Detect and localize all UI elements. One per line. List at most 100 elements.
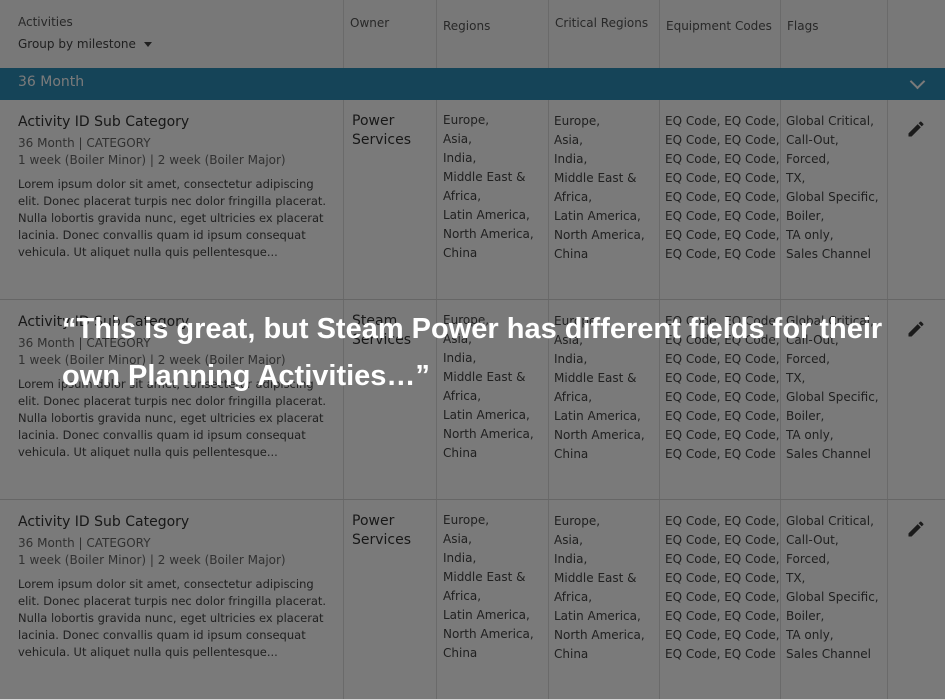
equipment-codes-item: EQ Code, EQ Code, — [665, 352, 780, 366]
regions-item: North America, — [443, 627, 534, 641]
flags-item: Boiler, — [786, 409, 825, 423]
flags-item: Sales Channel — [786, 247, 872, 261]
activity-meta: 36 Month | CATEGORY — [18, 136, 151, 150]
flags-item: Global Specific, — [786, 590, 879, 604]
regions-item: Asia, — [443, 132, 472, 146]
equipment-codes-item: EQ Code, EQ Code, — [665, 390, 780, 404]
flags-item: Global Critical, — [786, 514, 874, 528]
regions-cell: Europe, Asia, India, Middle East & Africa, La… — [437, 500, 549, 699]
actions-cell — [888, 500, 945, 699]
regions-item: Europe, — [443, 513, 490, 527]
group-by-dropdown[interactable]: Group by milestone — [18, 37, 152, 51]
regions-item: Europe, — [443, 113, 490, 127]
caret-down-icon — [143, 42, 152, 47]
critical-regions-item: Latin America, — [554, 409, 641, 423]
equipment-codes-item: EQ Code, EQ Code, — [665, 428, 780, 442]
flags-item: Boiler, — [786, 209, 825, 223]
regions-item: Africa, — [443, 189, 482, 203]
critical-regions-item: Middle East & — [554, 371, 637, 385]
activity-title[interactable]: Activity ID Sub Category — [18, 513, 325, 531]
milestone-group-header[interactable]: 36 Month — [0, 68, 945, 100]
critical-regions-item: Asia, — [554, 533, 583, 547]
equipment-codes-item: EQ Code, EQ Code, — [665, 409, 780, 423]
regions-item: Africa, — [443, 389, 482, 403]
owner-cell: Steam Services — [344, 300, 437, 499]
critical-regions-column-header[interactable]: Critical Regions — [549, 0, 660, 68]
flags-cell: Global Critical, Call-Out, Forced, TX, Globa… — [781, 300, 888, 499]
regions-item: China — [443, 446, 478, 460]
table-row[interactable]: Activity ID Sub Category 36 Month | CATEG… — [0, 100, 945, 300]
activity-title[interactable]: Activity ID Sub Category — [18, 313, 325, 331]
regions-item: Middle East & — [443, 170, 526, 184]
flags-item: Sales Channel — [786, 447, 872, 461]
regions-item: China — [443, 246, 478, 260]
equipment-codes-item: EQ Code, EQ Code, — [665, 371, 780, 385]
critical-regions-item: North America, — [554, 428, 645, 442]
critical-regions-item: Europe, — [554, 314, 601, 328]
flags-cell: Global Critical, Call-Out, Forced, TX, Globa… — [781, 500, 888, 699]
equipment-codes-cell: EQ Code, EQ Code, EQ Code, EQ Code, EQ Cod… — [660, 300, 781, 499]
equipment-codes-item: EQ Code, EQ Code, — [665, 533, 780, 547]
equipment-codes-item: EQ Code, EQ Code, — [665, 590, 780, 604]
critical-regions-cell: Europe, Asia, India, Middle East & Africa, La… — [549, 500, 660, 699]
equipment-codes-item: EQ Code, EQ Code, — [665, 114, 780, 128]
actions-column-header — [888, 0, 945, 68]
owner-column-header[interactable]: Owner — [344, 0, 437, 68]
critical-regions-item: Asia, — [554, 133, 583, 147]
equipment-codes-item: EQ Code, EQ Code, — [665, 133, 780, 147]
actions-cell — [888, 300, 945, 499]
flags-item: Forced, — [786, 552, 830, 566]
critical-regions-item: Latin America, — [554, 609, 641, 623]
flags-item: Forced, — [786, 152, 830, 166]
activities-column-header: Activities Group by milestone — [0, 0, 344, 68]
flags-item: Global Specific, — [786, 190, 879, 204]
activity-cell: Activity ID Sub Category 36 Month | CATEG… — [0, 500, 344, 699]
activity-meta: 36 Month | CATEGORY — [18, 536, 151, 550]
equipment-codes-column-header[interactable]: Equipment Codes — [660, 0, 781, 68]
flags-item: TX, — [786, 371, 806, 385]
regions-item: India, — [443, 351, 477, 365]
regions-item: Latin America, — [443, 608, 530, 622]
regions-item: Europe, — [443, 313, 490, 327]
regions-cell: Europe, Asia, India, Middle East & Africa, La… — [437, 100, 549, 299]
regions-item: Latin America, — [443, 408, 530, 422]
pencil-edit-icon[interactable] — [906, 319, 926, 339]
equipment-codes-item: EQ Code, EQ Code, — [665, 190, 780, 204]
flags-column-header[interactable]: Flags — [781, 0, 888, 68]
critical-regions-item: North America, — [554, 628, 645, 642]
critical-regions-item: Middle East & — [554, 571, 637, 585]
regions-item: India, — [443, 151, 477, 165]
critical-regions-item: China — [554, 447, 589, 461]
flags-item: Call-Out, — [786, 333, 839, 347]
equipment-codes-item: EQ Code, EQ Code, — [665, 609, 780, 623]
flags-item: Sales Channel — [786, 647, 872, 661]
critical-regions-item: China — [554, 647, 589, 661]
owner-cell: Power Services — [344, 100, 437, 299]
critical-regions-cell: Europe, Asia, India, Middle East & Africa, La… — [549, 300, 660, 499]
flags-item: Forced, — [786, 352, 830, 366]
flags-item: TA only, — [786, 228, 834, 242]
regions-item: Latin America, — [443, 208, 530, 222]
activity-duration: 1 week (Boiler Minor) | 2 week (Boiler M… — [18, 153, 286, 167]
pencil-edit-icon[interactable] — [906, 119, 926, 139]
flags-item: Call-Out, — [786, 133, 839, 147]
regions-column-header[interactable]: Regions — [437, 0, 549, 68]
critical-regions-header-label: Critical Regions — [555, 16, 649, 30]
activity-title[interactable]: Activity ID Sub Category — [18, 113, 325, 131]
activities-header-label: Activities — [18, 15, 73, 29]
activity-duration: 1 week (Boiler Minor) | 2 week (Boiler M… — [18, 353, 286, 367]
equipment-codes-item: EQ Code, EQ Code, — [665, 552, 780, 566]
equipment-codes-item: EQ Code, EQ Code, — [665, 228, 780, 242]
regions-header-label: Regions — [443, 19, 491, 33]
flags-item: Global Specific, — [786, 390, 879, 404]
pencil-edit-icon[interactable] — [906, 519, 926, 539]
equipment-codes-cell: EQ Code, EQ Code, EQ Code, EQ Code, EQ Cod… — [660, 500, 781, 699]
critical-regions-item: Middle East & — [554, 171, 637, 185]
critical-regions-item: India, — [554, 552, 588, 566]
critical-regions-item: Africa, — [554, 590, 593, 604]
flags-item: Global Critical, — [786, 114, 874, 128]
table-row[interactable]: Activity ID Sub Category 36 Month | CATEG… — [0, 500, 945, 700]
critical-regions-item: Europe, — [554, 114, 601, 128]
chevron-down-icon[interactable] — [909, 73, 926, 90]
table-row[interactable]: Activity ID Sub Category 36 Month | CATEG… — [0, 300, 945, 500]
